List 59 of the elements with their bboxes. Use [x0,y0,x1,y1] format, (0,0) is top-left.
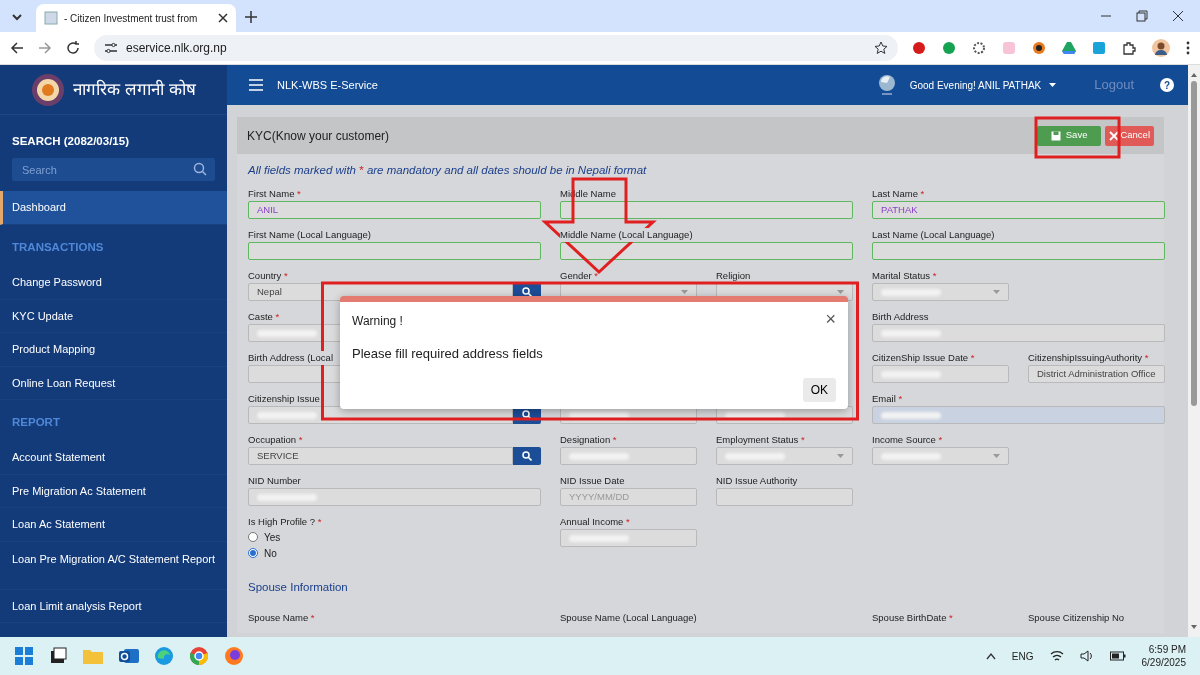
input-field[interactable]: PATHAK [872,201,1165,220]
field-label: Annual Income * [560,515,630,530]
field-label: Designation * [560,433,617,448]
field-label: Employment Status * [716,433,805,448]
logo-text: नागरिक लगानी कोष [73,78,196,101]
field-label: Spouse Name (Local Language) [560,610,697,625]
field-label: Email * [872,392,903,407]
field-label: Occupation * [248,433,303,448]
field-label: Religion [716,269,751,284]
sidebar-item[interactable]: Dashboard [0,191,227,225]
app-title: NLK-WBS E-Service [277,77,378,93]
field-label: CitizenshipIssuingAuthority * [1028,351,1149,366]
input-field[interactable]: SERVICE [248,447,513,466]
field-label: Last Name (Local Language) [872,228,995,243]
clock-time[interactable]: 6:59 PM [1141,643,1186,656]
mandatory-note: All fields marked with * are mandatory and all dates should be in Nepali format [248,163,648,178]
clock-date[interactable]: 6/29/2025 [1141,656,1186,669]
input-field[interactable]: ANIL [248,201,541,220]
field-label: CitizenShip Issue Date * [872,351,975,366]
url-text: eservice.nlk.org.np [126,40,227,57]
field-label: Marital Status * [872,269,937,284]
cancel-button[interactable]: Cancel [1105,125,1154,146]
input-field[interactable]: District Administration Office [1028,365,1165,384]
field-label: Birth Address [872,310,929,325]
field-label: Spouse BirthDate * [872,610,953,625]
option-label: No [264,546,277,561]
field-label: Caste * [248,310,280,325]
field-label: NID Issue Authority [716,474,798,489]
field-label: Last Name * [872,187,925,202]
field-label: Country * [248,269,288,284]
section-heading: REPORT [11,415,61,430]
field-label: Income Source * [872,433,943,448]
field-label: NID Number [248,474,301,489]
close-button[interactable]: × [825,312,836,326]
user-menu[interactable]: Good Evening! ANIL PATHAK [909,77,1057,93]
field-label: Citizenship Issue [248,392,320,407]
field-label: Is High Profile ? * [248,515,322,530]
section-heading: Spouse Information [248,580,349,596]
ok-button[interactable]: OK [802,377,836,402]
search-label: SEARCH (2082/03/15) [12,134,130,149]
field-label: NID Issue Date [560,474,625,489]
field-label: Spouse Citizenship No [1028,610,1125,625]
language-indicator[interactable]: ENG [1011,648,1034,664]
browser-tab[interactable]: - Citizen Investment trust from [36,4,236,32]
field-label: First Name (Local Language) [248,228,372,243]
field-label: Spouse Name * [248,610,315,625]
tab-title: - Citizen Investment trust from [64,11,199,26]
field-label: Middle Name (Local Language) [560,228,693,243]
section-heading: TRANSACTIONS [11,239,105,255]
field-label: Gender * [560,269,599,284]
dialog-message: Please fill required address fields [352,345,544,363]
help-button[interactable]: ? [1160,78,1174,92]
dialog-title: Warning ! [352,313,403,330]
field-label: Birth Address (Local [248,351,333,366]
address-bar[interactable]: eservice.nlk.org.np [94,35,898,61]
search-field[interactable]: Search [12,158,215,182]
option-label: Yes [264,530,281,545]
field-label: First Name * [248,187,301,202]
panel-title: KYC(Know your customer) [247,127,390,145]
